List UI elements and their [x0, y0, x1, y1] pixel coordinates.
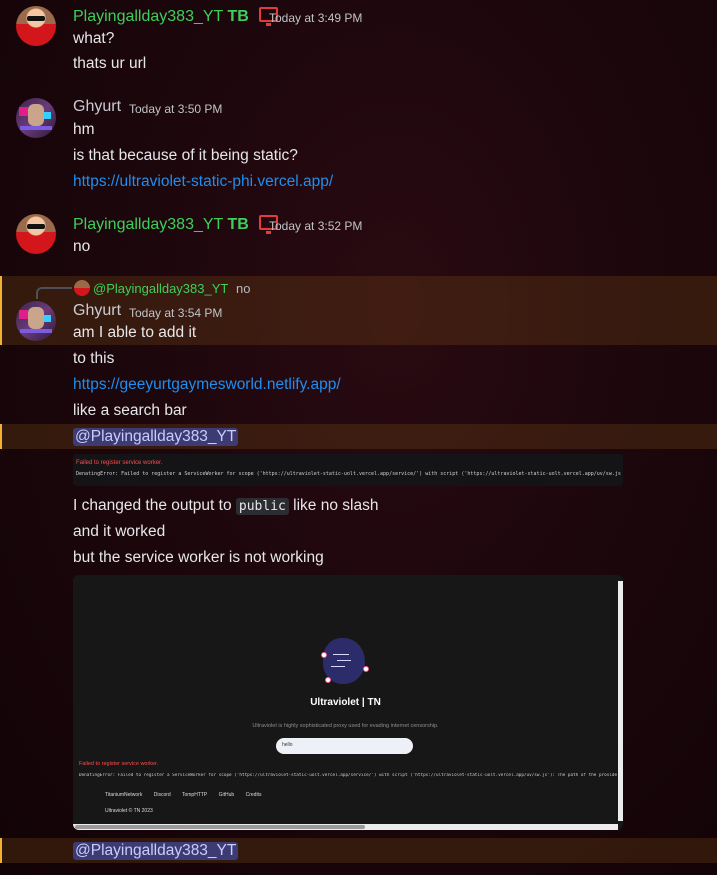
message-text: is that because of it being static?: [73, 147, 298, 164]
role-tag: TB: [227, 8, 249, 25]
logo-dot: [363, 666, 369, 672]
message-text: no: [73, 238, 91, 255]
nav-link: Discord: [153, 792, 171, 798]
message-link[interactable]: https://geeyurtgaymesworld.netlify.app/: [73, 376, 341, 394]
error-detail: DenatingError: Failed to register a Serv…: [79, 773, 617, 778]
user-avatar[interactable]: [16, 6, 56, 46]
timestamp: Today at 3:50 PM: [129, 102, 223, 116]
error-title: Failed to register service worker.: [76, 460, 163, 466]
message-author[interactable]: Ghyurt: [73, 302, 121, 320]
nav-link: TitaniumNetwork: [105, 792, 143, 798]
inline-code: public: [235, 498, 289, 515]
app-subtitle: Ultraviolet is highly sophisticated prox…: [252, 723, 439, 729]
reply-avatar: [74, 280, 90, 296]
message-text: hm: [73, 121, 95, 138]
role-tag: TB: [227, 216, 249, 233]
timestamp: Today at 3:49 PM: [269, 11, 363, 25]
reply-preview[interactable]: no: [236, 281, 250, 296]
user-avatar[interactable]: [16, 98, 56, 138]
nav-link: GitHub: [218, 792, 235, 798]
error-detail: DenatingError: Failed to register a Serv…: [76, 471, 621, 477]
user-mention[interactable]: @Playingallday383_YT: [73, 428, 239, 446]
message-author[interactable]: Ghyurt: [73, 98, 121, 116]
user-avatar[interactable]: [16, 214, 56, 254]
message-text: to this: [73, 350, 115, 367]
footer-nav: TitaniumNetwork Discord TompHTTP GitHub …: [105, 792, 271, 798]
user-mention[interactable]: @Playingallday383_YT: [73, 842, 239, 860]
user-avatar[interactable]: [16, 301, 56, 341]
timestamp: Today at 3:54 PM: [129, 306, 223, 320]
error-screenshot[interactable]: Failed to register service worker. Denat…: [73, 454, 623, 486]
error-title: Failed to register service worker.: [79, 761, 159, 767]
message-author[interactable]: Playingallday383_YT TB: [73, 215, 279, 234]
reply-mention[interactable]: @Playingallday383_YT: [93, 281, 228, 296]
copyright: Ultraviolet © TN 2023: [105, 808, 153, 814]
reply-connector: [36, 287, 72, 299]
logo-dot: [321, 652, 327, 658]
timestamp: Today at 3:52 PM: [269, 219, 363, 233]
logo-dot: [325, 677, 331, 683]
nav-link: TompHTTP: [181, 792, 208, 798]
message-text: and it worked: [73, 523, 166, 540]
screenshot-attachment[interactable]: Ultraviolet | TN Ultraviolet is highly s…: [73, 575, 623, 830]
nav-link: Credits: [245, 792, 262, 798]
message-text: am I able to add it: [73, 324, 197, 341]
message-text: like a search bar: [73, 402, 187, 419]
search-input: hello: [276, 738, 413, 754]
message-author[interactable]: Playingallday383_YT TB: [73, 7, 279, 26]
vertical-scrollbar: [618, 581, 623, 821]
message-text: but the service worker is not working: [73, 549, 324, 566]
message-text: what?: [73, 30, 115, 47]
message-text: thats ur url: [73, 55, 147, 72]
app-title: Ultraviolet | TN: [310, 697, 381, 708]
scrollbar-thumb: [75, 825, 365, 829]
message-text: I changed the output to public like no s…: [73, 497, 379, 515]
message-link[interactable]: https://ultraviolet-static-phi.vercel.ap…: [73, 173, 333, 191]
